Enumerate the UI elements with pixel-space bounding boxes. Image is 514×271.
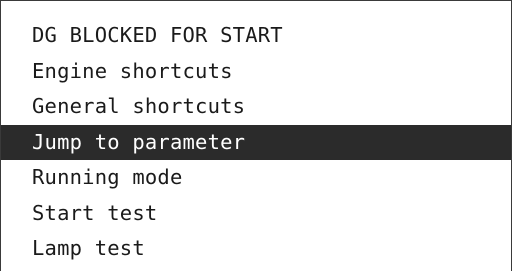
menu-item-dg-blocked-for-start[interactable]: DG BLOCKED FOR START [1, 18, 511, 54]
menu-item-lamp-test[interactable]: Lamp test [1, 231, 511, 267]
menu-panel: DG BLOCKED FOR START Engine shortcuts Ge… [0, 0, 512, 271]
menu-item-start-test[interactable]: Start test [1, 196, 511, 232]
menu-list: DG BLOCKED FOR START Engine shortcuts Ge… [1, 18, 511, 267]
menu-item-general-shortcuts[interactable]: General shortcuts [1, 89, 511, 125]
menu-item-running-mode[interactable]: Running mode [1, 160, 511, 196]
menu-item-jump-to-parameter[interactable]: Jump to parameter [1, 124, 511, 160]
menu-item-engine-shortcuts[interactable]: Engine shortcuts [1, 54, 511, 90]
